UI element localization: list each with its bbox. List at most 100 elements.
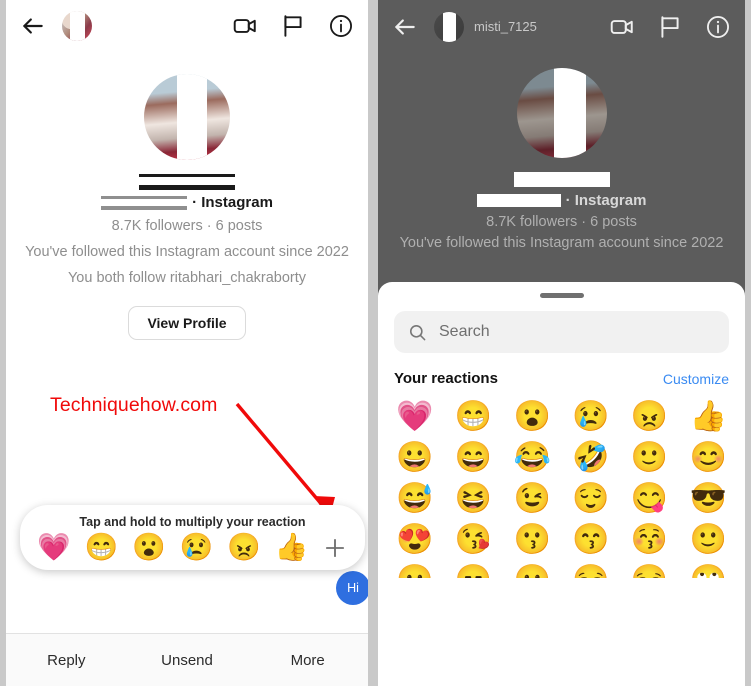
emoji-cell[interactable]: 😅 [396,482,433,515]
redaction-overlay [70,11,85,41]
customize-link[interactable]: Customize [663,371,729,387]
info-circle-icon[interactable] [328,13,354,39]
header-username: misti_7125 [474,19,537,34]
video-camera-icon[interactable] [609,14,635,40]
emoji-row: 😍 😘 😗 😙 😚 🙂 [390,519,733,560]
header-action-group [232,13,354,39]
reaction-emoji[interactable]: 💗 [37,534,71,561]
emoji-cell[interactable]: 😏 [572,564,609,578]
header-action-group [609,14,731,40]
bottom-action-bar: Reply Unsend More [6,633,368,686]
emoji-cell[interactable]: 😍 [396,523,433,556]
emoji-cell[interactable]: 😮 [513,400,550,433]
profile-mutual-follow: You both follow ritabhari_chakraborty [67,270,307,287]
reaction-emoji[interactable]: 😁 [84,534,118,561]
emoji-cell[interactable]: 😒 [631,564,668,578]
header-name-block[interactable]: misti_7125 [474,18,601,36]
emoji-row: 😅 😆 😉 😌 😋 😎 [390,478,733,519]
profile-followed-since: You've followed this Instagram account s… [25,244,349,261]
reaction-hint-text: Tap and hold to multiply your reaction [79,515,306,529]
emoji-cell[interactable]: 😀 [396,441,433,474]
emoji-cell[interactable]: 😘 [455,523,492,556]
reply-button[interactable]: Reply [6,652,127,669]
flag-icon[interactable] [657,14,683,40]
emoji-cell[interactable]: 😁 [455,400,492,433]
emoji-cell[interactable]: 😑 [455,564,492,578]
search-placeholder: Search [439,323,490,340]
plus-icon[interactable] [322,535,348,561]
profile-followed-since: You've followed this Instagram account s… [399,235,724,251]
profile-username-line: · Instagram [378,192,745,209]
video-camera-icon[interactable] [232,13,258,39]
emoji-cell[interactable]: 🙂 [690,523,727,556]
profile-stats: 8.7K followers · 6 posts [111,218,263,234]
profile-platform-label: · Instagram [192,194,273,211]
emoji-cell[interactable]: 😠 [631,400,668,433]
emoji-cell[interactable]: 😂 [513,441,550,474]
redaction-overlay [443,12,456,42]
profile-username-redacted [476,194,561,207]
view-profile-button[interactable]: View Profile [128,306,246,341]
emoji-cell[interactable]: 🙄 [690,564,727,578]
left-profile-block: · Instagram 8.7K followers · 6 posts You… [6,52,368,341]
reaction-emoji[interactable]: 😢 [179,534,213,561]
emoji-cell[interactable]: 👍 [690,400,727,433]
profile-avatar[interactable] [516,68,607,158]
header-avatar[interactable] [62,11,92,41]
profile-display-name-redacted [139,174,235,190]
emoji-row-partial: 😐 😑 😶 😏 😒 🙄 [390,560,733,578]
reaction-emoji[interactable]: 😮 [132,534,166,561]
emoji-cell[interactable]: 😆 [455,482,492,515]
emoji-cell[interactable]: 😉 [513,482,550,515]
profile-display-name-redacted [513,172,610,187]
emoji-picker-sheet: Search Your reactions Customize 💗 😁 😮 😢 … [378,282,745,686]
profile-avatar[interactable] [144,74,230,160]
unsend-button[interactable]: Unsend [127,652,248,669]
left-chat-header [6,0,368,52]
reaction-emoji-row: 💗 😁 😮 😢 😠 👍 [20,534,365,561]
emoji-cell[interactable]: 🙂 [631,441,668,474]
flag-icon[interactable] [280,13,306,39]
reaction-emoji[interactable]: 😠 [227,534,261,561]
header-avatar[interactable] [434,12,464,42]
emoji-grid: 💗 😁 😮 😢 😠 👍 😀 😄 😂 🤣 🙂 😊 😅 😆 😉 😌 😋 😎 😍 😘 … [390,396,733,578]
emoji-cell[interactable]: 😄 [455,441,492,474]
emoji-cell[interactable]: 😚 [631,523,668,556]
emoji-cell[interactable]: 😌 [572,482,609,515]
your-reactions-header: Your reactions Customize [394,370,729,387]
redaction-overlay [553,68,586,158]
emoji-cell[interactable]: 😙 [572,523,609,556]
right-screen-panel: misti_7125 · Instagram 8.7K followers · … [378,0,745,686]
reaction-bar: Tap and hold to multiply your reaction 💗… [20,505,365,570]
watermark-text: Techniquehow.com [50,394,218,416]
reaction-emoji[interactable]: 👍 [275,534,309,561]
back-arrow-icon[interactable] [20,13,46,39]
profile-platform-label: · Instagram [565,192,647,209]
redaction-overlay [177,74,207,160]
back-arrow-icon[interactable] [392,14,418,40]
profile-stats: 8.7K followers · 6 posts [486,214,637,230]
emoji-cell[interactable]: 😢 [572,400,609,433]
drag-handle[interactable] [539,293,584,298]
right-chat-header: misti_7125 [378,0,745,54]
emoji-row: 😀 😄 😂 🤣 🙂 😊 [390,437,733,478]
emoji-cell[interactable]: 😋 [631,482,668,515]
info-circle-icon[interactable] [705,14,731,40]
search-icon [408,323,427,342]
emoji-cell[interactable]: 💗 [396,400,433,433]
emoji-cell[interactable]: 😗 [513,523,550,556]
profile-username-redacted [101,195,188,210]
emoji-cell[interactable]: 😐 [396,564,433,578]
section-title: Your reactions [394,370,498,387]
emoji-cell[interactable]: 😊 [690,441,727,474]
search-input[interactable]: Search [394,311,729,353]
emoji-cell[interactable]: 😎 [690,482,727,515]
emoji-cell[interactable]: 🤣 [572,441,609,474]
more-button[interactable]: More [247,652,368,669]
right-profile-block: · Instagram 8.7K followers · 6 posts You… [378,54,745,251]
message-bubble-hi[interactable]: Hi [336,571,368,605]
emoji-cell[interactable]: 😶 [513,564,550,578]
left-screen-panel: · Instagram 8.7K followers · 6 posts You… [6,0,368,686]
profile-username-line: · Instagram [6,194,368,211]
emoji-row: 💗 😁 😮 😢 😠 👍 [390,396,733,437]
